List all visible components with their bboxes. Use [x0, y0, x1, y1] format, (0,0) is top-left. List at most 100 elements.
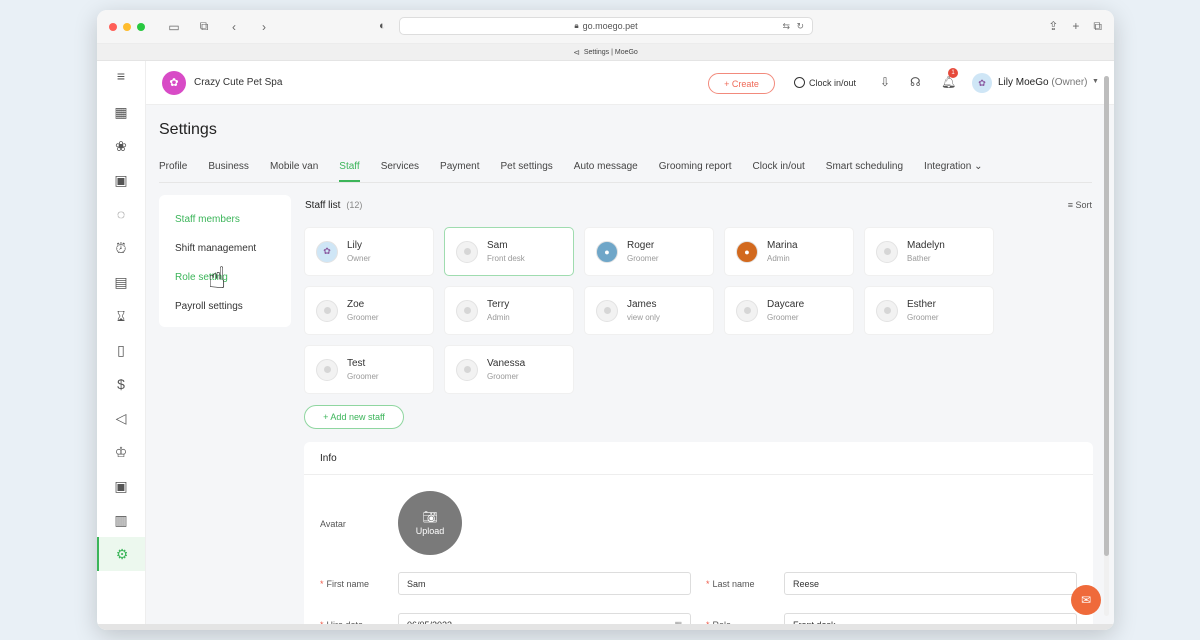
tab-auto-message[interactable]: Auto message [574, 161, 638, 182]
share-icon[interactable]: ⇪ [1048, 19, 1058, 34]
tab-smart-scheduling[interactable]: Smart scheduling [826, 161, 903, 182]
forward-icon[interactable]: › [257, 20, 271, 34]
submenu-staff-members[interactable]: Staff members [159, 205, 291, 234]
headset-icon[interactable]: ☊ [910, 75, 921, 89]
submenu-payroll-settings[interactable]: Payroll settings [159, 292, 291, 321]
staff-role: Groomer [907, 313, 939, 322]
menu-icon[interactable]: ≡ [97, 61, 145, 91]
calendar-icon[interactable]: ▦ [97, 95, 145, 129]
tab-mobile-van[interactable]: Mobile van [270, 161, 318, 182]
last-name-field[interactable]: Reese [784, 572, 1077, 595]
upload-avatar-button[interactable]: 📷︎ Upload [398, 491, 462, 555]
sidebar-toggle-icon[interactable]: ▭ [167, 20, 181, 34]
tab-payment[interactable]: Payment [440, 161, 479, 182]
add-new-staff-button[interactable]: + Add new staff [304, 405, 404, 429]
browser-tab[interactable]: ⊲ Settings | MoeGo [97, 44, 1114, 61]
staff-card-marina[interactable]: ● Marina Admin [724, 227, 854, 276]
alarm-icon[interactable]: ⏰︎ [97, 231, 145, 265]
document-icon[interactable]: ▯ [97, 333, 145, 367]
browser-window: ▭ ⧉ ‹ › ◐ 🔒︎ go.moego.pet ⇆ ↻ ⇪ + ⧉ ⊲ Se… [97, 10, 1114, 630]
tab-integration[interactable]: Integration ⌄ [924, 161, 982, 182]
tabs-icon[interactable]: ⧉ [1093, 19, 1102, 34]
clock-in-out-button[interactable]: Clock in/out [794, 77, 856, 88]
report-chart-icon[interactable]: ▥ [97, 503, 145, 537]
business-name[interactable]: Crazy Cute Pet Spa [194, 77, 282, 88]
staff-role: Owner [347, 254, 371, 263]
message-icon[interactable]: ◌ [97, 197, 145, 231]
translate-icon[interactable]: ⇆ [782, 21, 790, 32]
clock-label: Clock in/out [809, 77, 857, 88]
staff-role: Groomer [347, 313, 379, 322]
crown-icon[interactable]: ♔ [97, 435, 145, 469]
staff-role: Bather [907, 254, 931, 263]
info-panel: Info Avatar 📷︎ Upload * First name Sam * L… [304, 442, 1093, 630]
topbar: ✿ Crazy Cute Pet Spa + Create Clock in/o… [146, 61, 1114, 105]
staff-card-roger[interactable]: ● Roger Groomer [584, 227, 714, 276]
close-window-button[interactable] [109, 22, 117, 31]
privacy-shield-icon[interactable]: ◐ [379, 20, 386, 32]
tab-pet-settings[interactable]: Pet settings [501, 161, 553, 182]
payment-icon[interactable]: $ [97, 367, 145, 401]
appointment-icon[interactable]: ▤ [97, 265, 145, 299]
new-tab-icon[interactable]: + [1072, 19, 1079, 34]
upload-label: Upload [415, 526, 445, 536]
business-logo[interactable]: ✿ [162, 70, 186, 95]
tab-title: Settings | MoeGo [583, 48, 638, 56]
camera-icon: 📷︎ [422, 510, 438, 524]
back-icon[interactable]: ‹ [227, 20, 241, 34]
scrollbar-thumb[interactable] [1104, 76, 1109, 556]
staff-card-terry[interactable]: Terry Admin [444, 286, 574, 335]
settings-tabs: Profile Business Mobile van Staff Servic… [159, 161, 1003, 182]
staff-name: Roger [627, 240, 655, 251]
tab-grooming-report[interactable]: Grooming report [659, 161, 732, 182]
download-icon[interactable]: ⇩ [880, 75, 890, 89]
staff-card-esther[interactable]: Esther Groomer [864, 286, 994, 335]
avatar: ● [736, 240, 758, 263]
tab-clock-in-out[interactable]: Clock in/out [753, 161, 805, 182]
staff-card-zoe[interactable]: Zoe Groomer [304, 286, 434, 335]
horizontal-scrollbar[interactable] [97, 624, 1114, 630]
avatar: ● [596, 240, 618, 263]
staff-card-vanessa[interactable]: Vanessa Groomer [444, 345, 574, 394]
avatar[interactable]: ✿ [972, 73, 992, 93]
tab-business[interactable]: Business [208, 161, 249, 182]
reload-icon[interactable]: ↻ [796, 21, 804, 32]
sort-button[interactable]: ≡ Sort [1068, 200, 1092, 210]
clipboard-icon[interactable]: ▣ [97, 163, 145, 197]
staff-card-madelyn[interactable]: Madelyn Bather [864, 227, 994, 276]
tab-services[interactable]: Services [381, 161, 419, 182]
tab-overview-icon[interactable]: ⧉ [197, 19, 211, 34]
settings-gear-icon[interactable]: ⚙ [97, 537, 145, 571]
chat-support-icon[interactable]: ✉ [1071, 585, 1101, 615]
chevron-down-icon[interactable]: ▼ [1092, 78, 1099, 85]
tab-profile[interactable]: Profile [159, 161, 187, 182]
avatar [316, 299, 338, 322]
avatar [596, 299, 618, 322]
staff-card-test[interactable]: Test Groomer [304, 345, 434, 394]
staff-card-sam[interactable]: Sam Front desk [444, 227, 574, 276]
staff-card-daycare[interactable]: Daycare Groomer [724, 286, 854, 335]
staff-name: Sam [487, 240, 508, 251]
notification-badge: 1 [948, 68, 958, 78]
create-button[interactable]: + Create [708, 73, 775, 94]
avatar [876, 240, 898, 263]
staff-role: Groomer [627, 254, 659, 263]
tab-staff[interactable]: Staff [339, 161, 360, 182]
user-menu[interactable]: Lily MoeGo (Owner) [998, 77, 1087, 88]
hourglass-icon[interactable]: ⌛︎ [97, 299, 145, 333]
calendar-day-icon[interactable]: ▣ [97, 469, 145, 503]
sort-label: Sort [1075, 200, 1092, 210]
staff-card-james[interactable]: James view only [584, 286, 714, 335]
staff-role: view only [627, 313, 660, 322]
staff-role: Groomer [487, 372, 519, 381]
staff-card-lily[interactable]: ✿ Lily Owner [304, 227, 434, 276]
hand-cursor-icon: ☝ [208, 262, 227, 295]
minimize-window-button[interactable] [123, 22, 131, 31]
info-title: Info [304, 442, 1093, 475]
first-name-field[interactable]: Sam [398, 572, 691, 595]
pet-icon[interactable]: ❀ [97, 129, 145, 163]
address-bar[interactable]: 🔒︎ go.moego.pet ⇆ ↻ [399, 17, 813, 35]
megaphone-icon[interactable]: ◁ [97, 401, 145, 435]
maximize-window-button[interactable] [137, 22, 145, 31]
submenu-shift-management[interactable]: Shift management [159, 234, 291, 263]
